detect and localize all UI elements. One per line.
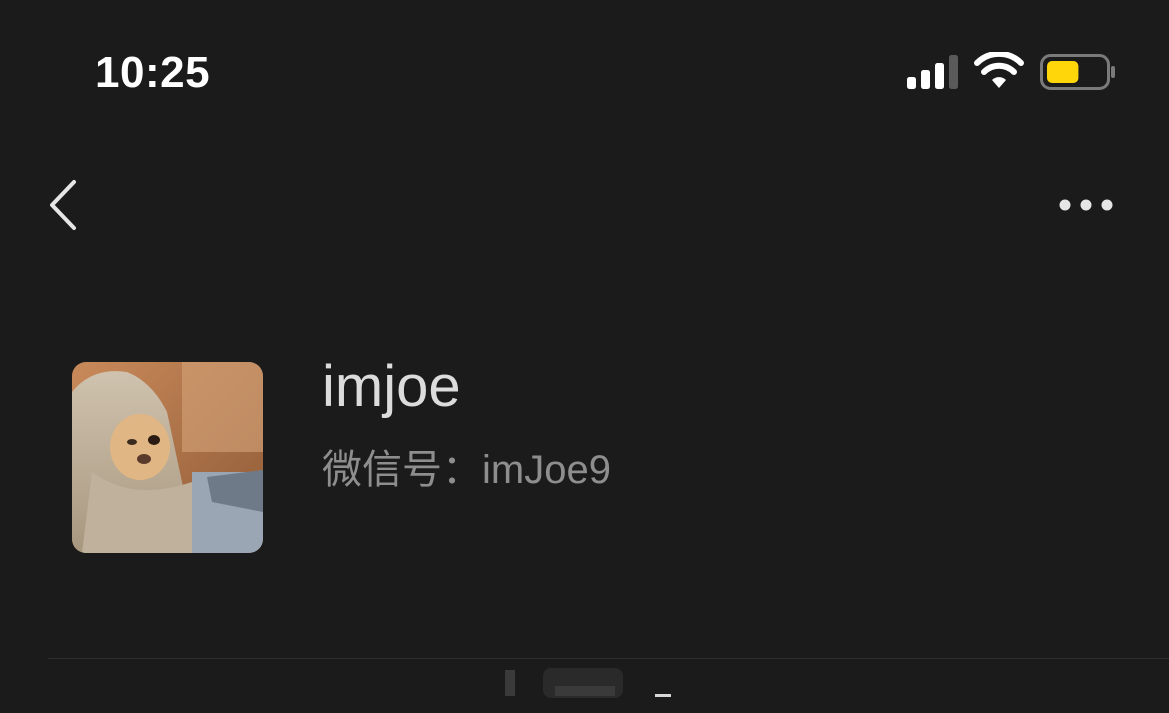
wechat-id-label: 微信号：	[322, 448, 482, 492]
wifi-icon	[974, 52, 1024, 88]
status-time: 10:25	[95, 48, 211, 97]
cut-off-content	[505, 668, 671, 698]
wechat-id-value: imJoe9	[482, 448, 611, 492]
cellular-signal-icon	[907, 55, 958, 89]
avatar[interactable]	[72, 362, 263, 553]
cat-photo-avatar	[72, 362, 263, 553]
nickname: imjoe	[322, 354, 461, 419]
more-dots-icon	[1059, 199, 1113, 211]
divider	[48, 658, 1169, 659]
battery-icon	[1040, 54, 1115, 90]
wechat-id-row: 微信号：imJoe9	[322, 445, 611, 495]
profile-screen: 10:25 imjoe 微信号：imJoe9	[0, 0, 1169, 713]
more-button[interactable]	[1050, 185, 1122, 225]
chevron-left-icon	[50, 180, 76, 230]
back-button[interactable]	[40, 172, 90, 238]
